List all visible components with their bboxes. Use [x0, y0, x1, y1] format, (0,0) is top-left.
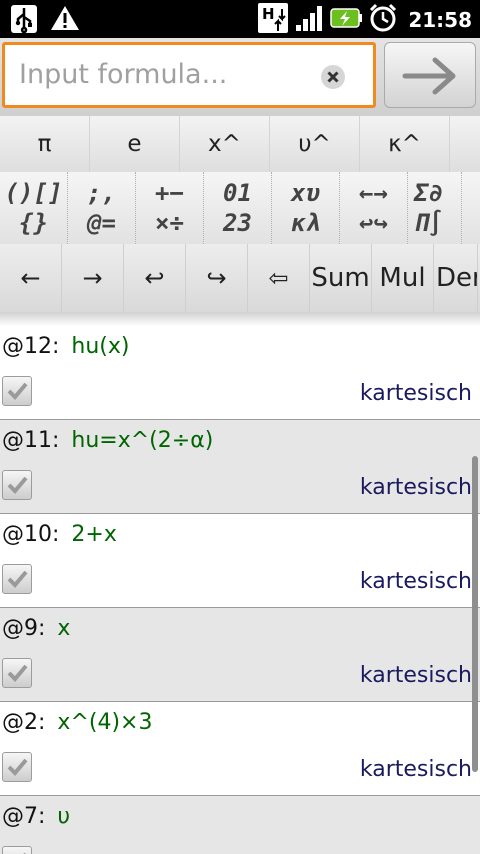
backspace-button[interactable]: ⇦	[248, 244, 310, 312]
list-item[interactable]: @11: hu=x^(2÷α) kartesisch	[0, 420, 480, 514]
checkmark-icon	[7, 758, 28, 776]
checkmark-icon	[7, 570, 28, 588]
checkmark-icon	[7, 664, 28, 682]
sum-button[interactable]: Sum	[310, 244, 372, 312]
clock-time: 21:58	[408, 8, 472, 32]
formula-id: @10:	[2, 522, 60, 547]
arrow-right-icon	[402, 57, 456, 95]
keyboard-group-line: ←→	[359, 179, 388, 207]
formula-id: @12:	[2, 334, 60, 359]
redo-button[interactable]: ↪	[186, 244, 248, 312]
keyboard-group-line: {}	[19, 209, 48, 237]
symbol-button-x-power[interactable]: x^	[180, 116, 270, 172]
keyboard-group-line: +−	[155, 179, 184, 207]
keyboard-group-line: Σ∂	[414, 179, 443, 207]
keyboard-group-line: κλ	[291, 209, 320, 237]
derivative-button[interactable]: Der	[434, 244, 478, 312]
formula-input-placeholder: Input formula...	[19, 59, 228, 90]
plot-checkbox[interactable]	[2, 658, 32, 688]
keyboard-group-line: xυ	[291, 179, 320, 207]
plot-checkbox[interactable]	[2, 564, 32, 594]
checkmark-icon	[23, 852, 26, 854]
formula-text: υ	[57, 804, 71, 829]
keyboard-group-variables[interactable]: xυ κλ	[272, 172, 340, 244]
keyboard-group-line: ×÷	[155, 209, 184, 237]
usb-icon	[10, 4, 38, 38]
coordinate-mode[interactable]: kartesisch	[360, 757, 472, 782]
network-h-icon: H	[258, 3, 289, 37]
keyboard-group-line: @=	[87, 209, 116, 237]
coordinate-mode[interactable]: kartesisch	[360, 475, 472, 500]
plot-checkbox[interactable]	[2, 376, 32, 406]
keyboard-group-line: 23	[223, 209, 252, 237]
keyboard-group-bar: ()[]{} ;, @= +− ×÷ 01 23 xυ κλ ←→ ↩↪ Σ∂ Π∫	[0, 172, 480, 245]
plot-checkbox[interactable]	[2, 846, 32, 854]
formula-text: x	[57, 616, 71, 641]
keyboard-group-punctuation[interactable]: ;, @=	[68, 172, 136, 244]
list-item[interactable]: @9: x kartesisch	[0, 608, 480, 702]
coordinate-mode[interactable]: kartesisch	[360, 569, 472, 594]
signal-icon	[294, 3, 324, 37]
formula-id: @2:	[2, 710, 46, 735]
submit-formula-button[interactable]	[384, 42, 476, 108]
formula-list: @12: hu(x) kartesisch @11: hu=x^(2÷α) kart…	[0, 326, 480, 854]
cursor-right-button[interactable]: →	[62, 244, 124, 312]
plot-checkbox[interactable]	[2, 752, 32, 782]
formula-text: 2+x	[71, 522, 117, 547]
formula-input-bar: Input formula...	[0, 38, 480, 117]
cursor-function-bar: ← → ↩ ↪ ⇦ Sum Mul Der	[0, 244, 480, 313]
warning-icon	[50, 4, 80, 38]
svg-text:H: H	[262, 5, 275, 23]
formula-input[interactable]: Input formula...	[2, 42, 376, 108]
keyboard-group-functions[interactable]: Σ∂ Π∫	[408, 172, 462, 244]
formula-id: @11:	[2, 428, 60, 453]
list-item[interactable]: @7: υ	[0, 796, 480, 854]
formula-id: @9:	[2, 616, 46, 641]
alarm-icon	[368, 3, 398, 37]
battery-charging-icon	[330, 6, 363, 34]
checkmark-icon	[7, 476, 28, 494]
formula-text: hu=x^(2÷α)	[71, 428, 214, 453]
checkmark-icon	[7, 382, 28, 400]
symbol-button-kappa-power[interactable]: κ^	[360, 116, 450, 172]
formula-text: hu(x)	[71, 334, 130, 359]
cursor-left-button[interactable]: ←	[0, 244, 62, 312]
plot-checkbox[interactable]	[2, 470, 32, 500]
clear-input-button[interactable]	[321, 65, 345, 89]
divider	[0, 312, 480, 326]
coordinate-mode[interactable]: kartesisch	[360, 381, 472, 406]
symbol-button-upsilon-power[interactable]: υ^	[270, 116, 360, 172]
status-bar: H 21:58	[0, 0, 480, 38]
keyboard-group-brackets[interactable]: ()[]{}	[0, 172, 68, 244]
keyboard-group-line: ()[]	[4, 179, 63, 207]
list-scrollbar[interactable]	[472, 456, 478, 772]
keyboard-group-line: 01	[223, 179, 252, 207]
keyboard-group-operators[interactable]: +− ×÷	[136, 172, 204, 244]
symbol-button-pi[interactable]: π	[0, 116, 90, 172]
list-item[interactable]: @10: 2+x kartesisch	[0, 514, 480, 608]
coordinate-mode[interactable]: kartesisch	[360, 663, 472, 688]
symbol-bar: π e x^ υ^ κ^	[0, 116, 480, 173]
formula-id: @7:	[2, 804, 46, 829]
list-item[interactable]: @12: hu(x) kartesisch	[0, 326, 480, 420]
keyboard-group-line: ;,	[87, 179, 116, 207]
keyboard-group-navigation[interactable]: ←→ ↩↪	[340, 172, 408, 244]
formula-text: x^(4)×3	[57, 710, 153, 735]
symbol-button-e[interactable]: e	[90, 116, 180, 172]
keyboard-group-line: ↩↪	[359, 209, 388, 237]
list-item[interactable]: @2: x^(4)×3 kartesisch	[0, 702, 480, 796]
mul-button[interactable]: Mul	[372, 244, 434, 312]
undo-button[interactable]: ↩	[124, 244, 186, 312]
close-icon	[327, 71, 339, 83]
keyboard-group-line: Π∫	[414, 209, 443, 237]
keyboard-group-digits[interactable]: 01 23	[204, 172, 272, 244]
